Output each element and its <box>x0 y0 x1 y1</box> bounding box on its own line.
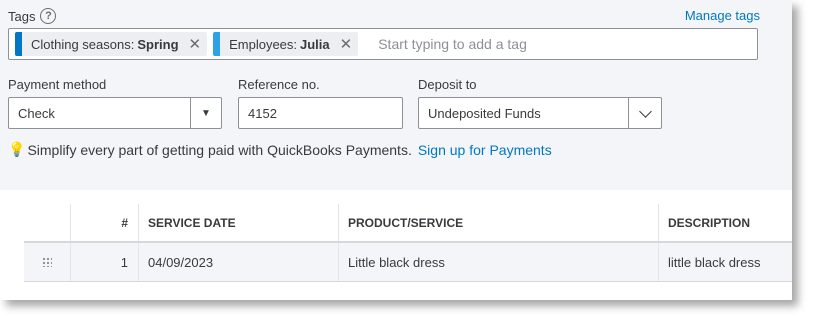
sales-receipt-panel: Tags ? Manage tags Clothing seasons: Spr… <box>0 0 792 300</box>
payments-promo: 💡 Simplify every part of getting paid wi… <box>8 141 552 158</box>
promo-text: Simplify every part of getting paid with… <box>27 141 412 158</box>
reference-no-label: Reference no. <box>238 77 320 92</box>
service-date-cell[interactable]: 04/09/2023 <box>139 243 339 281</box>
payment-method-select[interactable]: Check ▼ <box>8 97 222 129</box>
reference-no-value: 4152 <box>248 105 277 121</box>
help-icon[interactable]: ? <box>40 8 57 24</box>
tag-search-input[interactable] <box>376 35 757 53</box>
description-cell[interactable]: little black dress <box>659 243 792 281</box>
column-header-number: # <box>71 204 139 241</box>
tag-color-bar <box>15 32 22 56</box>
tags-label: Tags <box>8 8 36 24</box>
deposit-to-label: Deposit to <box>418 77 477 92</box>
tags-label-group: Tags ? <box>8 8 57 24</box>
drag-handle-icon[interactable] <box>42 257 52 267</box>
tag-group: Clothing seasons: <box>31 36 135 52</box>
payment-method-value: Check <box>18 105 55 121</box>
tag-chip-clothing-seasons: Clothing seasons: Spring ✕ <box>15 32 208 56</box>
tag-group: Employees: <box>229 36 298 52</box>
table-row[interactable]: 1 04/09/2023 Little black dress little b… <box>24 243 792 282</box>
remove-tag-icon[interactable]: ✕ <box>189 35 202 53</box>
manage-tags-link[interactable]: Manage tags <box>685 8 760 23</box>
tags-field[interactable]: Clothing seasons: Spring ✕ Employees: Ju… <box>8 28 758 60</box>
deposit-to-value: Undeposited Funds <box>428 105 541 121</box>
reference-no-input[interactable]: 4152 <box>238 97 403 129</box>
tag-color-bar <box>213 32 221 56</box>
line-items-table: # SERVICE DATE PRODUCT/SERVICE DESCRIPTI… <box>0 190 792 300</box>
payment-method-label: Payment method <box>8 77 107 92</box>
tag-chip-employees: Employees: Julia ✕ <box>213 32 359 56</box>
table-header-row: # SERVICE DATE PRODUCT/SERVICE DESCRIPTI… <box>24 204 792 243</box>
column-header-product-service: PRODUCT/SERVICE <box>339 204 659 241</box>
lightbulb-icon: 💡 <box>8 141 26 157</box>
caret-down-icon[interactable]: ▼ <box>190 98 221 128</box>
sign-up-payments-link[interactable]: Sign up for Payments <box>418 142 552 158</box>
deposit-to-select[interactable]: Undeposited Funds <box>418 97 662 129</box>
row-number: 1 <box>71 243 139 281</box>
remove-tag-icon[interactable]: ✕ <box>340 35 353 53</box>
tag-value: Spring <box>137 36 179 52</box>
column-header-service-date: SERVICE DATE <box>139 204 339 241</box>
tag-value: Julia <box>300 36 330 52</box>
chevron-down-icon[interactable] <box>628 98 661 128</box>
column-header-drag <box>24 204 71 241</box>
product-service-cell[interactable]: Little black dress <box>339 243 659 281</box>
drag-handle-cell[interactable] <box>24 243 71 281</box>
column-header-description: DESCRIPTION <box>668 215 751 230</box>
